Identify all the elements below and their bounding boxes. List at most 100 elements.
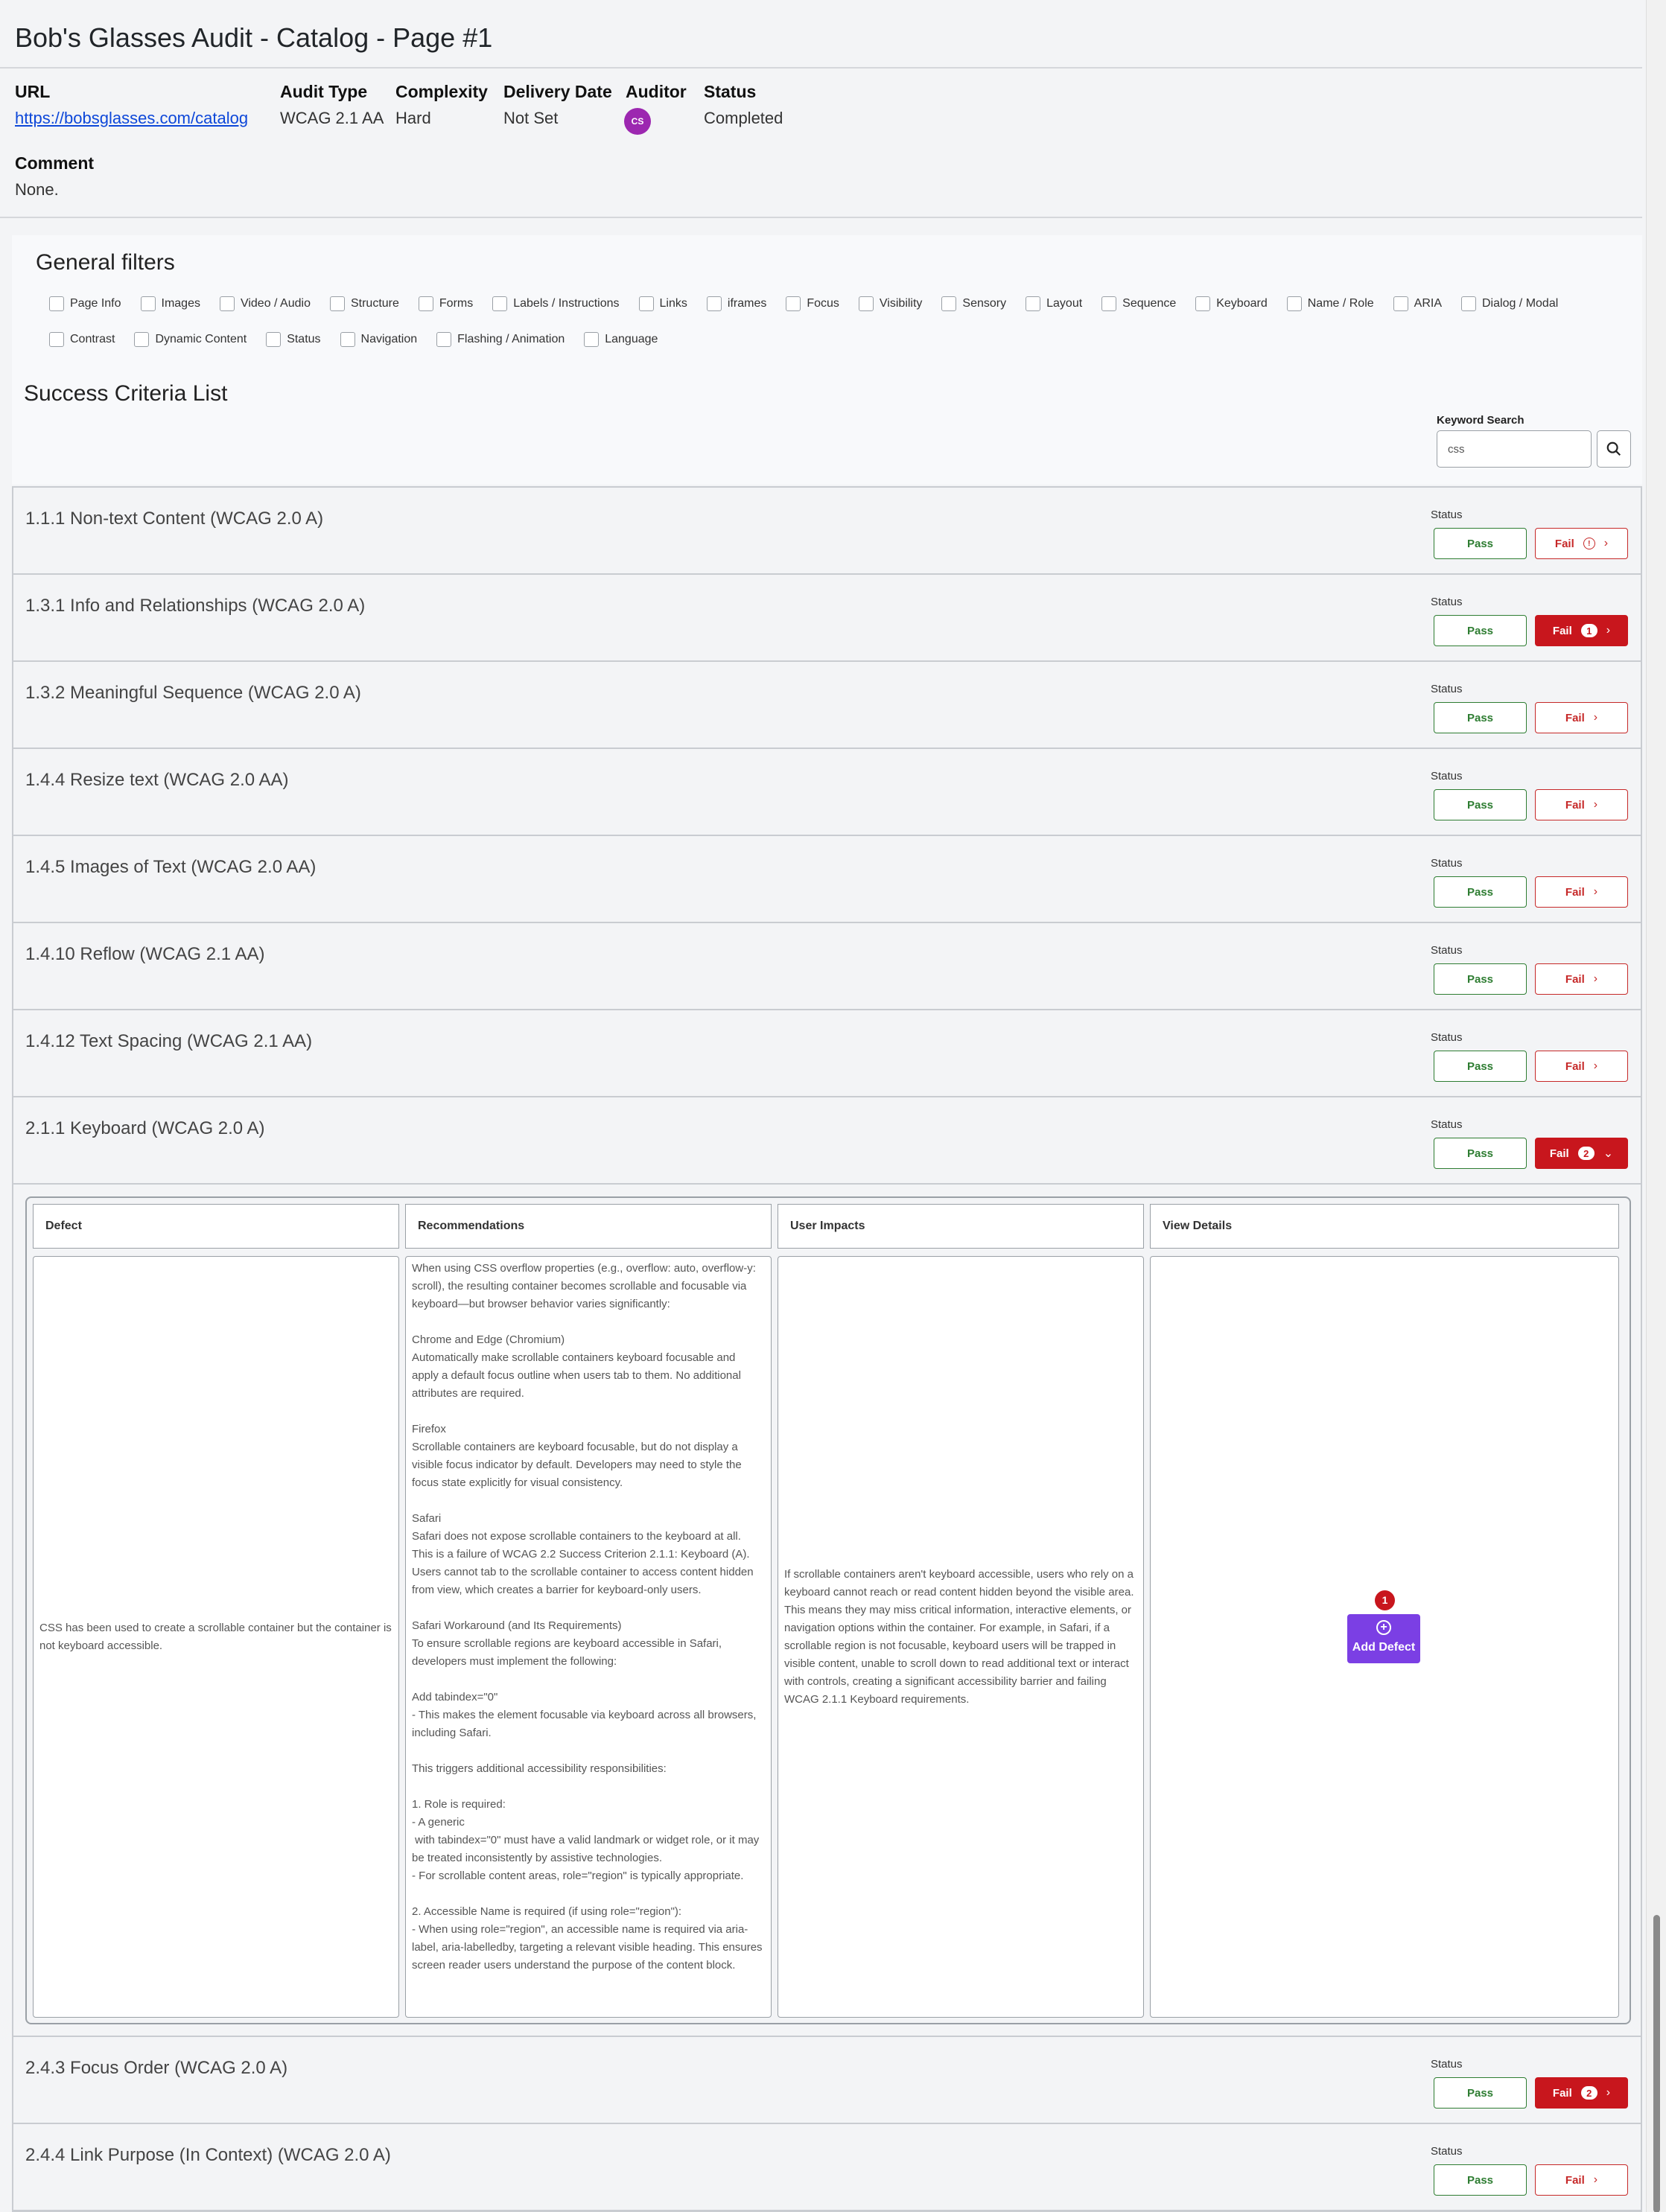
- filter-checkbox[interactable]: [492, 296, 508, 311]
- criterion-row[interactable]: 1.3.1 Info and Relationships (WCAG 2.0 A…: [13, 575, 1641, 662]
- scrollbar-thumb[interactable]: [1653, 1915, 1660, 2212]
- fail-button[interactable]: Fail ›: [1535, 1051, 1628, 1082]
- filter-checkbox[interactable]: [340, 332, 355, 347]
- filter-checkbox[interactable]: [266, 332, 282, 347]
- filter-sensory[interactable]: Sensory: [941, 296, 1006, 311]
- user-impacts-cell: If scrollable containers aren't keyboard…: [778, 1256, 1144, 2018]
- fail-button[interactable]: Fail ›: [1535, 702, 1628, 733]
- filter-language[interactable]: Language: [584, 332, 658, 347]
- criterion-row[interactable]: 1.1.1 Non-text Content (WCAG 2.0 A) Statu…: [13, 488, 1641, 575]
- status-label: Status: [1431, 857, 1463, 870]
- filter-dynamic-content[interactable]: Dynamic Content: [134, 332, 247, 347]
- criterion-row[interactable]: 2.1.1 Keyboard (WCAG 2.0 A) Status Pass Fai…: [13, 1097, 1641, 1185]
- criterion-row[interactable]: 2.4.3 Focus Order (WCAG 2.0 A) Status Pass…: [13, 2037, 1641, 2124]
- filter-video-audio[interactable]: Video / Audio: [219, 296, 311, 311]
- filter-checkbox[interactable]: [49, 332, 64, 347]
- filter-checkbox[interactable]: [49, 296, 64, 311]
- filter-label: ARIA: [1414, 297, 1442, 310]
- header-view-details: View Details: [1150, 1204, 1619, 1249]
- filter-labels-instructions[interactable]: Labels / Instructions: [492, 296, 620, 311]
- pass-button[interactable]: Pass: [1434, 876, 1527, 908]
- filter-keyboard[interactable]: Keyboard: [1195, 296, 1268, 311]
- filter-page-info[interactable]: Page Info: [49, 296, 121, 311]
- keyword-search-input[interactable]: css: [1437, 430, 1592, 468]
- filter-checkbox[interactable]: [638, 296, 654, 311]
- criterion-row[interactable]: 1.4.12 Text Spacing (WCAG 2.1 AA) Status P…: [13, 1010, 1641, 1097]
- filter-checkbox[interactable]: [329, 296, 345, 311]
- filter-layout[interactable]: Layout: [1026, 296, 1082, 311]
- filter-links[interactable]: Links: [638, 296, 687, 311]
- filter-label: Focus: [807, 297, 839, 310]
- filter-name-role[interactable]: Name / Role: [1286, 296, 1374, 311]
- page-title: Bob's Glasses Audit - Catalog - Page #1: [15, 22, 493, 53]
- filter-checkbox[interactable]: [706, 296, 722, 311]
- filter-checkbox[interactable]: [1461, 296, 1476, 311]
- filter-checkbox[interactable]: [134, 332, 150, 347]
- filter-structure[interactable]: Structure: [329, 296, 399, 311]
- fail-button[interactable]: Fail ›: [1535, 2164, 1628, 2196]
- filter-label: Keyboard: [1216, 297, 1268, 310]
- view-details-cell: 1 + Add Defect: [1150, 1256, 1619, 2018]
- pass-button[interactable]: Pass: [1434, 789, 1527, 820]
- criterion-row[interactable]: 1.4.4 Resize text (WCAG 2.0 AA) Status Pas…: [13, 749, 1641, 836]
- pass-button[interactable]: Pass: [1434, 528, 1527, 559]
- status-label: Status: [1431, 1031, 1463, 1044]
- filter-checkbox[interactable]: [786, 296, 801, 311]
- filter-checkbox[interactable]: [1026, 296, 1041, 311]
- pass-button[interactable]: Pass: [1434, 1051, 1527, 1082]
- criterion-row[interactable]: 2.4.4 Link Purpose (In Context) (WCAG 2.…: [13, 2124, 1641, 2211]
- filter-checkbox[interactable]: [1286, 296, 1302, 311]
- criterion-title: 2.4.4 Link Purpose (In Context) (WCAG 2.…: [25, 2145, 391, 2165]
- criterion-row[interactable]: 1.4.5 Images of Text (WCAG 2.0 AA) Status…: [13, 836, 1641, 923]
- filter-visibility[interactable]: Visibility: [858, 296, 922, 311]
- filter-checkbox[interactable]: [418, 296, 433, 311]
- fail-button[interactable]: Fail 2 ›: [1535, 2077, 1628, 2109]
- filter-checkbox[interactable]: [1101, 296, 1117, 311]
- filter-checkbox[interactable]: [140, 296, 156, 311]
- fail-button[interactable]: Fail 1 ›: [1535, 615, 1628, 646]
- filter-dialog-modal[interactable]: Dialog / Modal: [1461, 296, 1558, 311]
- filter-checkbox[interactable]: [941, 296, 957, 311]
- pass-button[interactable]: Pass: [1434, 2077, 1527, 2109]
- fail-button[interactable]: Fail! ›: [1535, 528, 1628, 559]
- divider: [0, 67, 1642, 68]
- fail-button[interactable]: Fail ›: [1535, 789, 1628, 820]
- page-url-link[interactable]: https://bobsglasses.com/catalog: [15, 109, 248, 128]
- pass-button[interactable]: Pass: [1434, 963, 1527, 995]
- filter-forms[interactable]: Forms: [418, 296, 473, 311]
- filter-checkbox[interactable]: [219, 296, 235, 311]
- filter-checkbox[interactable]: [1195, 296, 1211, 311]
- fail-label: Fail: [1565, 972, 1585, 986]
- pass-button[interactable]: Pass: [1434, 2164, 1527, 2196]
- filter-navigation[interactable]: Navigation: [340, 332, 417, 347]
- filter-status[interactable]: Status: [266, 332, 321, 347]
- fail-button[interactable]: Fail ›: [1535, 963, 1628, 995]
- fail-label: Fail: [1565, 885, 1585, 899]
- filter-checkbox[interactable]: [1393, 296, 1408, 311]
- search-button[interactable]: [1597, 430, 1631, 468]
- pass-button[interactable]: Pass: [1434, 702, 1527, 733]
- filter-sequence[interactable]: Sequence: [1101, 296, 1176, 311]
- chevron-right-icon: ›: [1593, 711, 1598, 724]
- url-label: URL: [15, 82, 51, 101]
- filter-flashing-animation[interactable]: Flashing / Animation: [436, 332, 565, 347]
- page-scrollbar[interactable]: [1646, 0, 1666, 2212]
- filter-focus[interactable]: Focus: [786, 296, 839, 311]
- filter-aria[interactable]: ARIA: [1393, 296, 1442, 311]
- fail-button[interactable]: Fail ›: [1535, 876, 1628, 908]
- pass-button[interactable]: Pass: [1434, 615, 1527, 646]
- defect-text: CSS has been used to create a scrollable…: [39, 1621, 395, 1652]
- filter-iframes[interactable]: iframes: [706, 296, 766, 311]
- filter-checkbox[interactable]: [436, 332, 452, 347]
- criterion-row[interactable]: 1.4.10 Reflow (WCAG 2.1 AA) Status Pass Fai…: [13, 923, 1641, 1010]
- add-defect-button[interactable]: + Add Defect: [1347, 1614, 1420, 1663]
- fail-button[interactable]: Fail 2 ⌄: [1535, 1138, 1628, 1169]
- filter-images[interactable]: Images: [140, 296, 200, 311]
- filter-contrast[interactable]: Contrast: [49, 332, 115, 347]
- filter-checkbox[interactable]: [858, 296, 874, 311]
- filter-checkbox[interactable]: [584, 332, 600, 347]
- status-label: Status: [1431, 944, 1463, 957]
- fail-count-badge: 1: [1580, 624, 1597, 637]
- pass-button[interactable]: Pass: [1434, 1138, 1527, 1169]
- criterion-row[interactable]: 1.3.2 Meaningful Sequence (WCAG 2.0 A) St…: [13, 662, 1641, 749]
